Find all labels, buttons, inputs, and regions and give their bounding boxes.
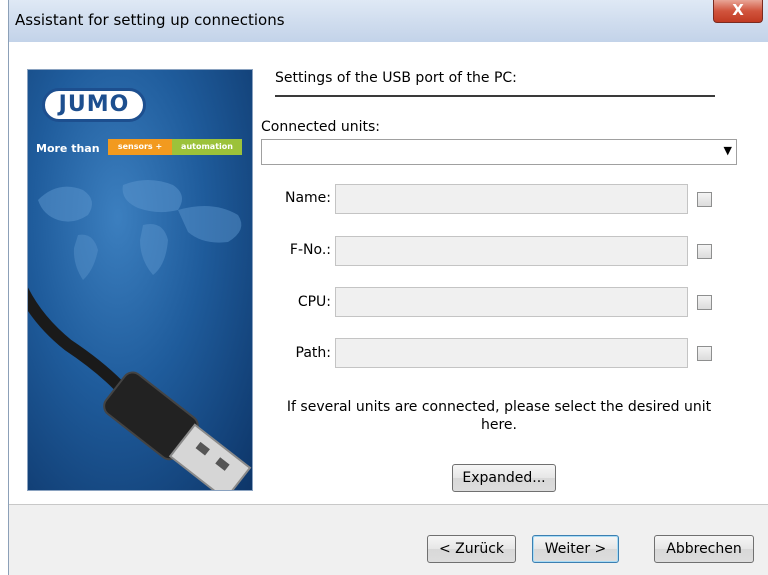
section-title: Settings of the USB port of the PC: (275, 70, 517, 86)
usb-cable-graphic (28, 287, 252, 490)
path-field[interactable] (335, 338, 688, 368)
name-label: Name: (284, 190, 331, 206)
banner-tagline: More than (36, 142, 100, 155)
cpu-label: CPU: (297, 294, 331, 310)
connected-units-label: Connected units: (261, 119, 380, 135)
jumo-usb-banner: JUMO More than sensors + automation (27, 69, 253, 491)
connection-assistant-dialog: Assistant for setting up connections X J… (8, 0, 768, 575)
cancel-button[interactable]: Abbrechen (654, 535, 754, 563)
next-button[interactable]: Weiter > (532, 535, 619, 563)
name-checkbox[interactable] (697, 192, 712, 207)
path-label: Path: (295, 345, 331, 361)
close-button[interactable]: X (713, 0, 763, 23)
expanded-button[interactable]: Expanded... (452, 464, 556, 492)
dialog-body: JUMO More than sensors + automation Sett… (9, 42, 768, 505)
jumo-logo: JUMO (42, 88, 146, 122)
multiple-units-hint: If several units are connected, please s… (286, 399, 712, 433)
f-no-checkbox[interactable] (697, 244, 712, 259)
back-button[interactable]: < Zurück (427, 535, 516, 563)
banner-tag-sensors: sensors + (108, 139, 172, 155)
close-icon: X (732, 1, 744, 19)
f-no-field[interactable] (335, 236, 688, 266)
dropdown-arrow-icon[interactable]: ▼ (724, 144, 732, 157)
window-title: Assistant for setting up connections (15, 11, 285, 29)
name-field[interactable] (335, 184, 688, 214)
title-bar[interactable]: Assistant for setting up connections X (9, 0, 768, 43)
f-no-label: F-No.: (289, 242, 331, 258)
cpu-checkbox[interactable] (697, 295, 712, 310)
cpu-field[interactable] (335, 287, 688, 317)
connected-units-select[interactable]: ▼ (261, 139, 737, 165)
section-divider (275, 95, 715, 97)
path-checkbox[interactable] (697, 346, 712, 361)
banner-tag-automation: automation (172, 139, 242, 155)
